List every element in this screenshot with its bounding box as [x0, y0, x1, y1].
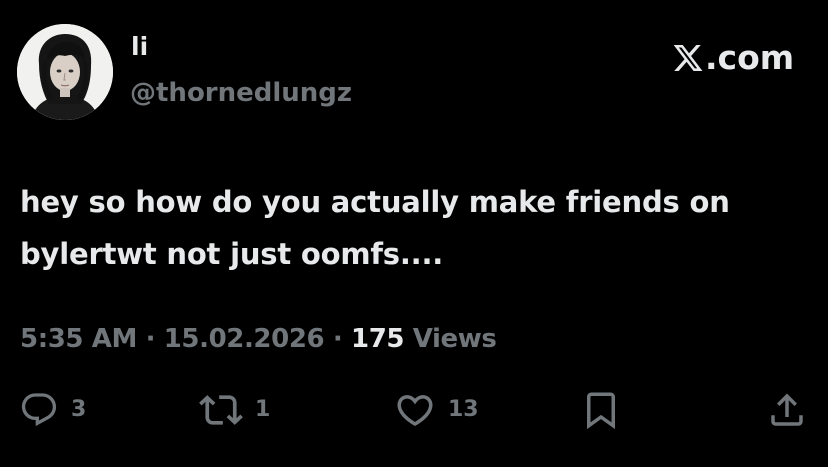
retweet-count: 1 — [255, 397, 271, 422]
like-button[interactable]: 13 — [394, 388, 479, 432]
user-handle[interactable]: @thornedlungz — [130, 77, 352, 109]
display-name[interactable]: li — [131, 32, 148, 62]
share-icon — [771, 393, 803, 426]
reply-count: 3 — [71, 397, 87, 422]
brand-domain-label: .com — [705, 38, 795, 77]
tweet-text: hey so how do you actually make friends … — [20, 185, 730, 271]
reply-button[interactable]: 3 — [19, 388, 86, 432]
brand-watermark: .com — [672, 38, 794, 78]
views-label: Views — [412, 324, 497, 354]
retweet-icon — [199, 395, 243, 425]
reply-icon — [21, 393, 57, 427]
share-button[interactable] — [766, 388, 808, 432]
avatar[interactable] — [17, 24, 113, 120]
meta-separator: · — [145, 324, 156, 354]
action-bar: 3 1 13 — [0, 388, 828, 432]
tweet-time[interactable]: 5:35 AM — [20, 324, 137, 354]
heart-icon — [397, 395, 433, 427]
views-count: 175 — [351, 324, 405, 354]
tweet-metadata: 5:35 AM · 15.02.2026 · 175 Views — [20, 321, 497, 357]
meta-separator: · — [332, 324, 343, 354]
avatar-photo — [17, 24, 113, 120]
x-logo-icon — [673, 45, 703, 71]
tweet-date[interactable]: 15.02.2026 — [164, 324, 325, 354]
retweet-button[interactable]: 1 — [199, 388, 270, 432]
bookmark-button[interactable] — [580, 388, 622, 432]
tweet-card: li @thornedlungz .com hey so how do you … — [0, 0, 828, 467]
bookmark-icon — [587, 392, 615, 430]
like-count: 13 — [448, 397, 479, 422]
